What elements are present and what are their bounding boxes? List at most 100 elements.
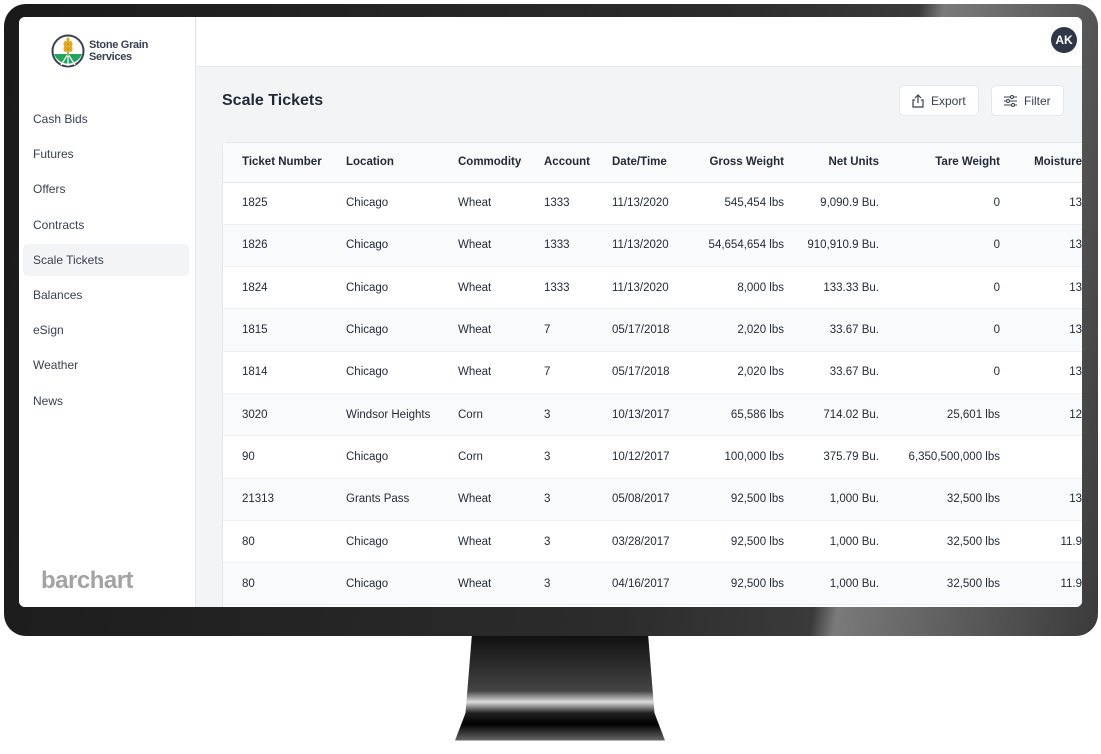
table-cell: 1824 bbox=[223, 266, 346, 310]
table-cell: 1333 bbox=[544, 224, 612, 268]
filter-button[interactable]: Filter bbox=[991, 85, 1064, 116]
sidebar-item-cash-bids[interactable]: Cash Bids bbox=[23, 103, 189, 135]
table-cell: 25,601 lbs bbox=[879, 393, 1000, 437]
sidebar-item-weather[interactable]: Weather bbox=[23, 349, 189, 381]
table-row[interactable]: 1815 Chicago Wheat 7 05/17/2018 2,020 lbs 33.6… bbox=[223, 308, 1082, 352]
table-cell: 3 bbox=[544, 478, 612, 521]
table-cell: 92,500 lbs bbox=[694, 562, 784, 606]
table-cell: 1333 bbox=[544, 266, 612, 310]
column-header[interactable]: Commodity bbox=[458, 143, 544, 183]
table-cell: 0 bbox=[879, 182, 1000, 225]
table-cell: Wheat bbox=[458, 351, 544, 394]
table-cell: 133.33 Bu. bbox=[784, 266, 879, 310]
table-cell: Chicago bbox=[346, 224, 458, 268]
share-icon bbox=[912, 93, 924, 108]
table-cell: 1814 bbox=[223, 351, 346, 394]
table-cell: 13 bbox=[1000, 224, 1082, 268]
column-header[interactable]: Ticket Number bbox=[223, 143, 346, 183]
export-button[interactable]: Export bbox=[899, 85, 979, 116]
table-cell: 3020 bbox=[223, 393, 346, 437]
table-cell: Wheat bbox=[458, 520, 544, 564]
table-cell: 13 bbox=[1000, 308, 1082, 352]
sidebar-item-esign[interactable]: eSign bbox=[23, 314, 189, 346]
table-cell: 13 bbox=[1000, 182, 1082, 225]
table-cell: 12 bbox=[1000, 393, 1082, 437]
column-header[interactable]: Gross Weight bbox=[694, 143, 784, 183]
export-label: Export bbox=[931, 93, 966, 108]
table-cell: 13 bbox=[1000, 478, 1082, 521]
table-cell: Chicago bbox=[346, 520, 458, 564]
brand-logo[interactable]: Stone Grain Services bbox=[51, 34, 148, 68]
table-row[interactable]: 1826 Chicago Wheat 1333 11/13/2020 54,654,654… bbox=[223, 224, 1082, 268]
brand-name-line2: Services bbox=[89, 51, 132, 63]
column-header[interactable]: Account bbox=[544, 143, 612, 183]
table-row[interactable]: 21313 Grants Pass Wheat 3 05/08/2017 92,500 l… bbox=[223, 478, 1082, 521]
table-cell: 1333 bbox=[544, 182, 612, 225]
table-cell: 2,020 lbs bbox=[694, 351, 784, 394]
sidebar-item-news[interactable]: News bbox=[23, 385, 189, 417]
table-cell: 11/13/2020 bbox=[612, 224, 694, 268]
column-header[interactable]: Tare Weight bbox=[879, 143, 1000, 183]
column-header[interactable]: Location bbox=[346, 143, 458, 183]
table-row[interactable]: 1814 Chicago Wheat 7 05/17/2018 2,020 lbs 33.6… bbox=[223, 351, 1082, 394]
table-cell: Corn bbox=[458, 393, 544, 437]
table-cell: 10/12/2017 bbox=[612, 435, 694, 479]
column-header[interactable]: Moisture bbox=[1000, 143, 1082, 183]
table-cell: 100,000 lbs bbox=[694, 435, 784, 479]
table-cell: 92,500 lbs bbox=[694, 478, 784, 521]
monitor-stand bbox=[455, 636, 665, 741]
table-cell: 3 bbox=[544, 520, 612, 564]
table-cell: 1,000 Bu. bbox=[784, 562, 879, 606]
table-row[interactable]: 80 Chicago Wheat 3 04/16/2017 92,500 lbs 1,000… bbox=[223, 562, 1082, 606]
table-cell: Chicago bbox=[346, 308, 458, 352]
table-cell: Wheat bbox=[458, 266, 544, 310]
sidebar-item-contracts[interactable]: Contracts bbox=[23, 209, 189, 241]
table-cell: 05/08/2017 bbox=[612, 478, 694, 521]
sidebar-nav: Cash Bids Futures Offers Contracts Scale… bbox=[23, 103, 189, 420]
table-cell: 05/17/2018 bbox=[612, 351, 694, 394]
table-cell: 910,910.9 Bu. bbox=[784, 224, 879, 268]
table-row[interactable]: 90 Chicago Corn 3 10/12/2017 100,000 lbs 375.7… bbox=[223, 435, 1082, 479]
table-cell: 11.9 bbox=[1000, 562, 1082, 606]
table-cell: 80 bbox=[223, 520, 346, 564]
table-cell: 7 bbox=[544, 351, 612, 394]
barchart-logo: barchart bbox=[41, 567, 134, 594]
column-header[interactable]: Date/Time bbox=[612, 143, 694, 183]
table-cell: 33.67 Bu. bbox=[784, 308, 879, 352]
sidebar-item-balances[interactable]: Balances bbox=[23, 279, 189, 311]
sidebar: Stone Grain Services Cash Bids Futures O… bbox=[19, 17, 196, 607]
table-row[interactable]: 3020 Windsor Heights Corn 3 10/13/2017 65,586… bbox=[223, 393, 1082, 437]
table-cell: 92,500 lbs bbox=[694, 520, 784, 564]
table-cell: 13 bbox=[1000, 266, 1082, 310]
table-row[interactable]: 80 Chicago Wheat 3 03/28/2017 92,500 lbs 1,000… bbox=[223, 520, 1082, 564]
sidebar-item-scale-tickets[interactable]: Scale Tickets bbox=[23, 243, 189, 276]
table-cell: 0 bbox=[879, 224, 1000, 268]
sliders-icon bbox=[1004, 94, 1017, 107]
table-cell: Chicago bbox=[346, 435, 458, 479]
sidebar-item-futures[interactable]: Futures bbox=[23, 138, 189, 170]
sidebar-item-offers[interactable]: Offers bbox=[23, 173, 189, 205]
table-cell: Corn bbox=[458, 435, 544, 479]
app-screen: Stone Grain Services Cash Bids Futures O… bbox=[19, 17, 1082, 607]
table-cell: 7 bbox=[544, 308, 612, 352]
table-cell: 2,020 lbs bbox=[694, 308, 784, 352]
table-cell: 21313 bbox=[223, 478, 346, 521]
table-cell: 8,000 lbs bbox=[694, 266, 784, 310]
table-cell: 375.79 Bu. bbox=[784, 435, 879, 479]
table-cell: 32,500 lbs bbox=[879, 478, 1000, 521]
table-cell: 04/16/2017 bbox=[612, 562, 694, 606]
table-cell: 1,000 Bu. bbox=[784, 520, 879, 564]
avatar[interactable]: AK bbox=[1051, 27, 1077, 53]
table-cell bbox=[1000, 435, 1082, 479]
table-cell: 714.02 Bu. bbox=[784, 393, 879, 437]
table-cell: 3 bbox=[544, 562, 612, 606]
table-cell: 11/13/2020 bbox=[612, 266, 694, 310]
table-cell: 545,454 lbs bbox=[694, 182, 784, 225]
table-row[interactable]: 1825 Chicago Wheat 1333 11/13/2020 545,454 lb… bbox=[223, 182, 1082, 225]
table-row[interactable]: 1824 Chicago Wheat 1333 11/13/2020 8,000 lbs 1… bbox=[223, 266, 1082, 310]
scale-tickets-table: Ticket Number Location Commodity Account Dat… bbox=[223, 143, 1082, 606]
column-header[interactable]: Net Units bbox=[784, 143, 879, 183]
table-cell: Chicago bbox=[346, 562, 458, 606]
top-bar: AK bbox=[197, 17, 1082, 67]
table-cell: 0 bbox=[879, 351, 1000, 394]
